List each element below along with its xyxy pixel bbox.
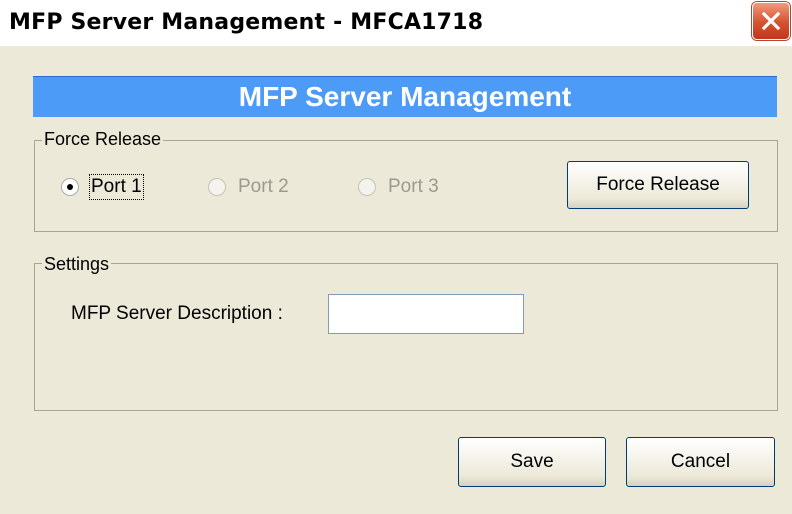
- port-3-radio[interactable]: [358, 178, 376, 196]
- close-button[interactable]: [752, 2, 790, 40]
- port-2-label[interactable]: Port 2: [238, 176, 289, 198]
- port-1-label[interactable]: Port 1: [89, 174, 144, 200]
- title-bar: MFP Server Management - MFCA1718: [0, 0, 792, 46]
- settings-group: [34, 263, 778, 411]
- settings-legend: Settings: [42, 254, 112, 274]
- banner-heading: MFP Server Management: [33, 77, 777, 117]
- port-1-radio[interactable]: [61, 178, 79, 196]
- port-2-radio[interactable]: [208, 178, 226, 196]
- port-3-label[interactable]: Port 3: [388, 176, 439, 198]
- force-release-button[interactable]: Force Release: [567, 161, 749, 209]
- cancel-button[interactable]: Cancel: [626, 437, 775, 487]
- mfp-server-description-input[interactable]: [328, 294, 524, 334]
- window-title: MFP Server Management - MFCA1718: [9, 10, 484, 35]
- close-icon: [761, 11, 781, 31]
- mfp-server-description-label: MFP Server Description :: [71, 303, 283, 324]
- force-release-legend: Force Release: [42, 129, 164, 149]
- dialog-window: MFP Server Management - MFCA1718 MFP Ser…: [0, 0, 792, 514]
- save-button[interactable]: Save: [458, 437, 606, 487]
